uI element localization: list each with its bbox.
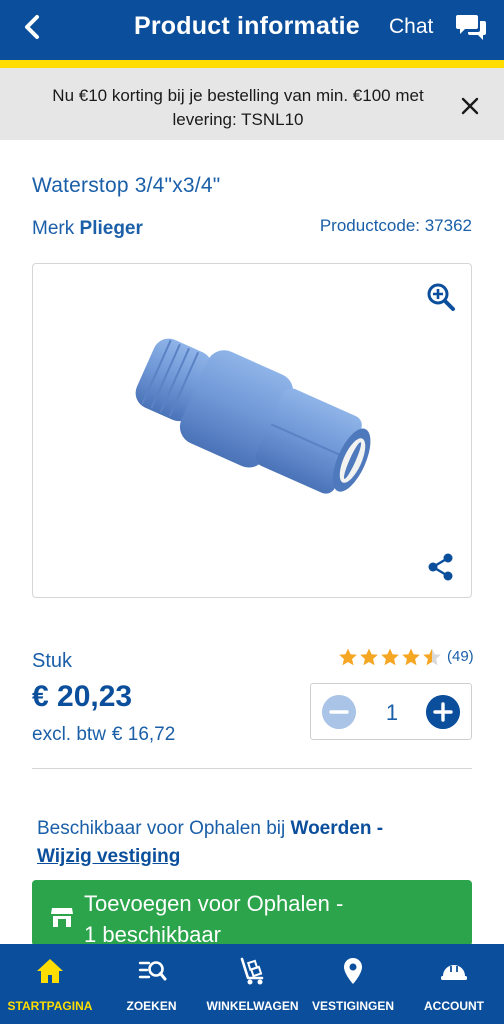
chat-button[interactable]: Chat (389, 15, 433, 39)
nav-item-winkelwagen[interactable]: WINKELWAGEN (203, 944, 302, 1024)
vat-label: excl. btw (32, 724, 106, 745)
nav-item-account[interactable]: ACCOUNT (404, 944, 504, 1024)
nav-label: VESTIGINGEN (311, 999, 394, 1013)
product-code: Productcode: 37362 (319, 216, 472, 235)
star-icon (339, 648, 357, 666)
decrease-quantity-button[interactable] (322, 695, 356, 729)
nav-item-startpagina[interactable]: STARTPAGINA (0, 944, 100, 1024)
product-title: Waterstop 3/4"x3/4" (32, 174, 221, 197)
star-icon (402, 648, 420, 666)
zoom-in-icon[interactable] (426, 282, 456, 312)
nav-label: WINKELWAGEN (206, 999, 299, 1013)
star-icon (360, 648, 378, 666)
change-store-link[interactable]: Wijzig vestiging (37, 846, 180, 867)
close-icon[interactable] (458, 94, 482, 118)
star-icon (381, 648, 399, 666)
price: € 20,23 (32, 680, 133, 713)
promo-banner: Nu €10 korting bij je bestelling van min… (0, 68, 504, 140)
helmet-icon (441, 965, 467, 980)
search-list-icon (138, 961, 166, 981)
vat-price: € 16,72 (111, 724, 176, 745)
brand-prefix: Merk (32, 218, 75, 239)
nav-item-zoeken[interactable]: ZOEKEN (100, 944, 203, 1024)
home-icon (37, 959, 63, 983)
bottom-navigation: STARTPAGINA ZOEKEN WINKELWAGEN VESTIGING… (0, 944, 504, 1024)
nav-item-vestigingen[interactable]: VESTIGINGEN (302, 944, 404, 1024)
add-button-label: Toevoegen voor Ophalen - 1 beschikbaar (84, 888, 444, 946)
increase-quantity-button[interactable] (426, 695, 460, 729)
brand: Merk Plieger (32, 218, 143, 240)
divider (32, 768, 472, 769)
add-button-line1: Toevoegen voor Ophalen - (84, 891, 344, 916)
cart-icon (240, 957, 263, 985)
store-name: Woerden - (290, 818, 384, 839)
rating-stars[interactable] (338, 646, 442, 668)
nav-label: ACCOUNT (424, 999, 484, 1013)
add-button-line2: 1 beschikbaar (84, 922, 221, 946)
availability-info: Beschikbaar voor Ophalen bij Woerden - W… (37, 815, 467, 871)
header-accent-line (0, 60, 504, 68)
promo-text: Nu €10 korting bij je bestelling van min… (52, 86, 424, 129)
review-count[interactable]: (49) (447, 648, 474, 665)
chat-icon[interactable] (456, 12, 488, 42)
nav-label: ZOEKEN (126, 999, 177, 1013)
location-pin-icon (344, 958, 362, 984)
product-image[interactable] (118, 320, 384, 526)
unit-label: Stuk (32, 650, 73, 672)
star-icon (423, 648, 441, 666)
store-icon (51, 908, 73, 927)
nav-label: STARTPAGINA (7, 999, 93, 1013)
add-for-pickup-button[interactable]: Toevoegen voor Ophalen - 1 beschikbaar (32, 880, 472, 946)
page-title: Product informatie (134, 12, 360, 40)
brand-name[interactable]: Plieger (80, 218, 143, 239)
availability-prefix: Beschikbaar voor Ophalen bij (37, 818, 286, 839)
quantity-value[interactable]: 1 (380, 700, 404, 726)
share-icon[interactable] (426, 552, 456, 582)
price-excl-vat: excl. btw € 16,72 (32, 724, 175, 746)
back-arrow-icon[interactable] (18, 12, 48, 42)
